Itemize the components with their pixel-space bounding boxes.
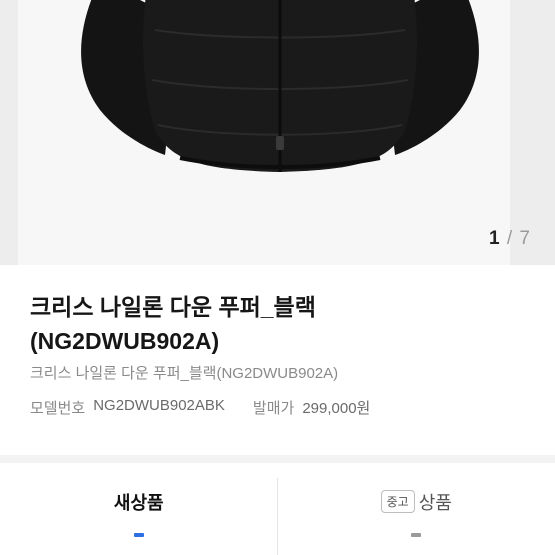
product-title: 크리스 나일론 다운 푸퍼_블랙 (NG2DWUB902A) — [30, 290, 535, 358]
release-price-label: 발매가 — [252, 400, 295, 417]
product-image-gallery[interactable]: 1 / 7 — [0, 0, 555, 265]
product-image-jacket[interactable] — [60, 0, 500, 200]
tab-new-product[interactable]: 새상품 — [0, 463, 278, 555]
image-counter: 1 / 7 — [489, 228, 531, 250]
image-counter-total: 7 — [519, 228, 531, 249]
used-badge: 중고 — [380, 490, 415, 513]
model-number-label: 모델번호 — [30, 400, 86, 417]
section-divider — [0, 455, 555, 463]
tab-used-indicator — [411, 533, 422, 537]
tab-used-product-label: 상품 — [418, 493, 452, 513]
product-meta: 모델번호 NG2DWUB902ABK 발매가 299,000원 — [30, 397, 535, 418]
product-title-line1: 크리스 나일론 다운 푸퍼_블랙 — [30, 294, 316, 320]
image-counter-current: 1 — [489, 228, 501, 249]
product-title-line2: (NG2DWUB902A) — [30, 328, 220, 354]
image-counter-separator: / — [506, 228, 514, 249]
product-subtitle: 크리스 나일론 다운 푸퍼_블랙(NG2DWUB902A) — [30, 365, 339, 382]
model-number-value: NG2DWUB902ABK — [93, 397, 225, 414]
tab-used-product[interactable]: 중고 상품 — [278, 463, 555, 555]
tab-separator — [277, 478, 278, 555]
release-price-value: 299,000원 — [302, 400, 371, 417]
product-info: 크리스 나일론 다운 푸퍼_블랙 (NG2DWUB902A) 크리스 나일론 다… — [30, 290, 535, 418]
tab-new-indicator — [133, 533, 144, 537]
tab-new-product-label: 새상품 — [113, 493, 164, 513]
